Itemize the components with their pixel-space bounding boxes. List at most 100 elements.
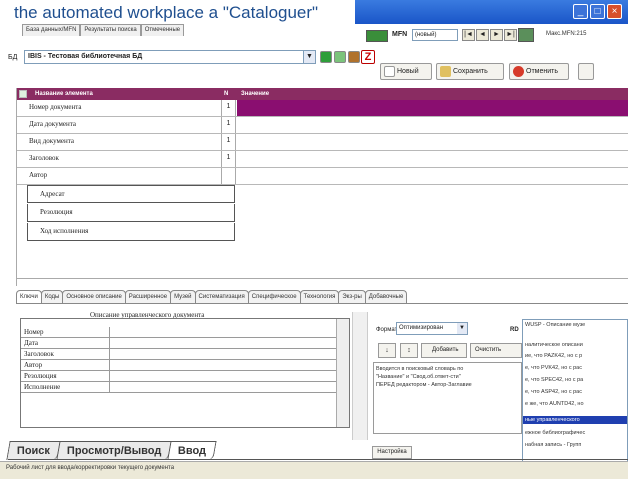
clear-button[interactable]: Очистить [470,343,522,358]
save-button-label: Сохранить [453,68,488,75]
tab-systematization[interactable]: Систематизация [194,290,249,303]
database-select[interactable]: IBIS - Тестовая библиотечная БД ▼ [24,50,316,64]
status-text: Рабочий лист для ввода/корректировки тек… [6,465,175,471]
cancel-button[interactable]: Отменить [509,63,569,80]
tab-search-results[interactable]: Результаты поиска [80,24,141,36]
max-mfn-label: Макс.MFN:215 [546,31,587,37]
table-cell: Номер [24,328,44,336]
grid-subrow[interactable]: Адресат [27,185,235,203]
list-item[interactable]: е же, что AUNTD42, но [525,401,584,408]
settings-button[interactable]: Настройка [372,446,412,459]
db-label: БД [8,54,18,61]
grid-subrow-name: Резолюция [40,208,73,216]
chevron-down-icon[interactable]: ▼ [303,51,315,63]
list-item[interactable]: ежное библиографичес [525,430,585,437]
list-item[interactable]: е, что SPEC42, но с ра [525,377,583,384]
minimize-icon[interactable]: _ [573,4,588,19]
z3950-icon[interactable]: Z [361,50,375,64]
arrow-down-icon[interactable]: ↓ [378,343,396,358]
mfn-label: MFN [392,31,408,38]
info-box: Вводится в поисковый словарь по "Названи… [373,362,522,434]
tab-input[interactable]: Ввод [167,441,218,460]
mfn-input[interactable]: (новый) [412,29,458,41]
nav-first-button[interactable]: |◄ [462,29,475,41]
lower-tabs: Ключи Коды Основное описание Расширенное… [16,290,408,303]
nav-next-button[interactable]: ► [490,29,503,41]
grid-row[interactable]: Заголовок 1 [17,151,628,168]
format-select-value: Оптимизирован [399,325,444,331]
grid-row[interactable]: Автор [17,168,628,185]
tab-marked[interactable]: Отмеченные [140,24,185,36]
chevron-down-icon[interactable]: ▼ [457,323,467,334]
grid-row-value-input[interactable] [237,100,628,116]
close-icon[interactable]: × [607,4,622,19]
table-row[interactable]: Дата [21,338,337,349]
window-titlebar: _ □ × [355,0,628,24]
tab-museum[interactable]: Музей [170,290,196,303]
tab-search[interactable]: Поиск [6,441,61,460]
table-row[interactable]: Номер [21,327,337,338]
new-button[interactable]: Новый [380,63,432,80]
tab-database[interactable]: База данных/MFN [22,24,81,36]
arrow-updown-icon[interactable]: ↕ [400,343,418,358]
table-row[interactable]: Исполнение [21,382,337,393]
tab-view-output-label: Просмотр/Вывод [66,445,162,457]
book-icon[interactable] [348,51,360,63]
list-item[interactable]: налитическое описани [525,342,583,349]
tab-technology[interactable]: Технология [299,290,340,303]
grid-subrow[interactable]: Ход исполнения [27,223,235,241]
list-item[interactable]: е, что ASP42, но с рас [525,389,582,396]
divider [16,303,628,304]
grid-row[interactable]: Номер документа 1 [17,100,628,117]
list-item[interactable]: ие, что PAZK42, но с р [525,353,582,360]
table-row[interactable]: Заголовок [21,349,337,360]
splitter[interactable] [352,312,368,440]
nav-prev-button[interactable]: ◄ [476,29,489,41]
database-select-value: IBIS - Тестовая библиотечная БД [28,53,143,60]
tab-keys[interactable]: Ключи [16,290,42,303]
list-item[interactable]: е, что PVK42, но с рас [525,365,582,372]
grid-subrow-name: Адресат [40,190,65,198]
rd-list[interactable]: WUSP - Описание музе налитическое описан… [522,319,628,474]
tab-extended[interactable]: Расширенное [124,290,172,303]
extra-toolbar-button[interactable] [578,63,594,80]
table-cell: Дата [24,339,38,347]
divider [17,278,628,279]
maximize-icon[interactable]: □ [590,4,605,19]
grid-row[interactable]: Вид документа 1 [17,134,628,151]
scrollbar[interactable] [336,319,349,427]
grid-subrow[interactable]: Резолюция [27,204,235,222]
tab-view-output[interactable]: Просмотр/Вывод [56,441,173,460]
table-row[interactable]: Автор [21,360,337,371]
grid-header-num: N [224,91,229,97]
grid-row-name: Дата документа [29,120,77,128]
save-icon [440,66,451,77]
grid-row-num: 1 [221,100,236,116]
format-label: Формат [376,327,398,333]
list-item[interactable]: WUSP - Описание музе [525,322,585,329]
search-icon[interactable] [518,28,534,42]
nav-last-button[interactable]: ►| [504,29,517,41]
add-button[interactable]: Добавить [421,343,467,358]
tab-additional[interactable]: Добавочные [364,290,408,303]
new-document-icon [384,66,395,77]
grid-row-num [221,168,236,184]
tab-copies[interactable]: Экз-ры [338,290,366,303]
hero-title: the automated workplace a "Cataloguer" [14,3,319,22]
grid-row-name: Заголовок [29,154,59,162]
grid-row-num: 1 [221,117,236,133]
format-select[interactable]: Оптимизирован ▼ [396,322,468,335]
tab-codes[interactable]: Коды [40,290,64,303]
mfn-icon[interactable] [366,30,388,42]
link-icon[interactable] [334,51,346,63]
save-button[interactable]: Сохранить [436,63,504,80]
tab-main-description[interactable]: Основное описание [62,290,126,303]
table-row[interactable]: Резолюция [21,371,337,382]
list-item-selected[interactable]: ные управленческого [525,417,580,424]
checkbox-icon[interactable] [19,90,27,98]
tab-specific[interactable]: Специфическое [247,290,301,303]
grid-row[interactable]: Дата документа 1 [17,117,628,134]
table-cell: Автор [24,361,43,369]
list-item[interactable]: набная запись - Групп [525,442,581,449]
refresh-icon[interactable] [320,51,332,63]
